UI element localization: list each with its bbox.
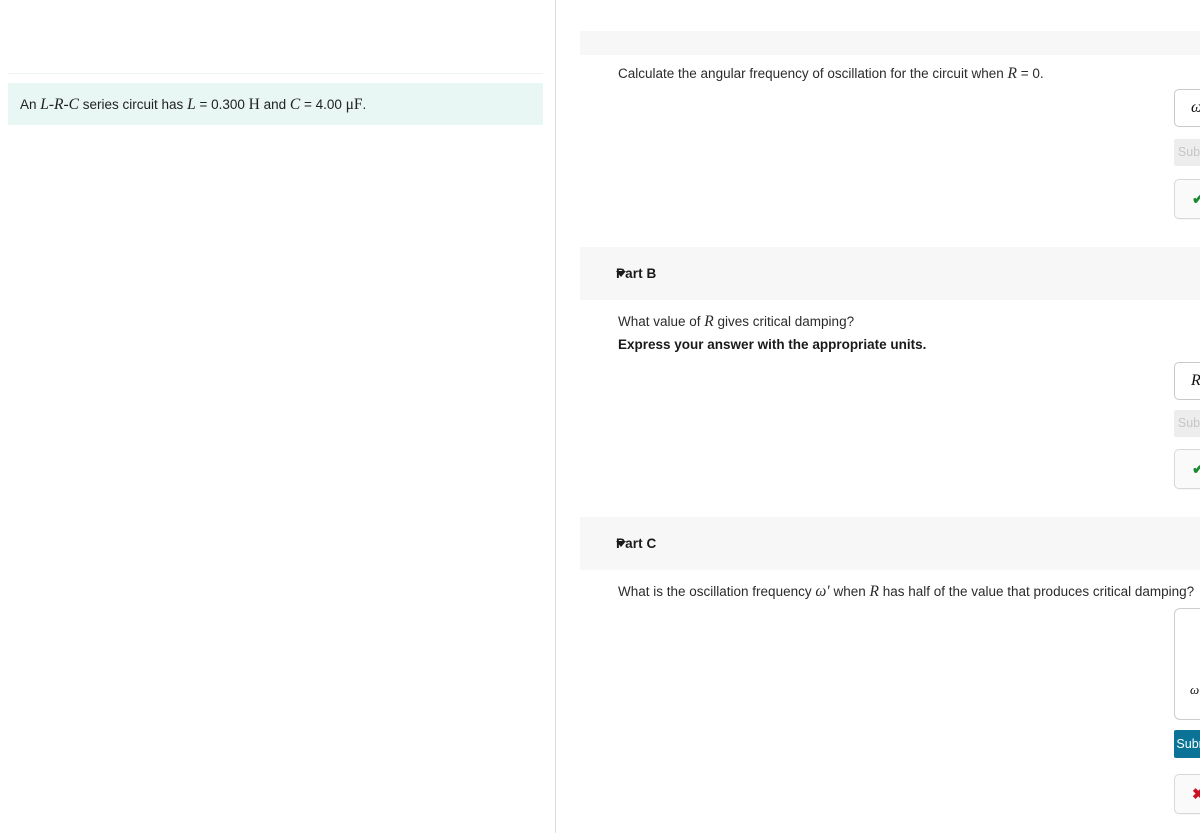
question-c-tail: has half of the value that produces crit… <box>878 584 1195 599</box>
submit-button-a[interactable]: Submit <box>1174 138 1200 166</box>
submit-button-b[interactable]: Submit <box>1174 409 1200 437</box>
question-c-mid: when <box>829 584 870 599</box>
problem-left-panel: An L-R-C series circuit has L = 0.300 H … <box>0 0 556 833</box>
submit-row-c: Submit Previous Answers Request Answer <box>1174 730 1200 758</box>
answer-c-symbol: ω′ <box>1189 682 1200 697</box>
question-b-lead: What value of <box>618 314 705 329</box>
answer-field-b[interactable]: R = 548 Ω <box>1174 362 1200 400</box>
capacitance-value: = 4.00 <box>300 97 346 112</box>
submit-row-a: Submit Previous Answers <box>1174 138 1200 166</box>
part-header-c[interactable]: Part C <box>580 517 1200 570</box>
instruction-text-b: Express your answer with the appropriate… <box>618 337 927 352</box>
symbol-omega-prime-q: ω′ <box>815 583 830 600</box>
symbol-resistance-a: R <box>1007 65 1017 82</box>
submit-button-c[interactable]: Submit <box>1174 730 1200 758</box>
answer-widget-c: n ΑΣφ <box>1174 608 1200 720</box>
question-text-b: What value of R gives critical damping? <box>618 312 854 332</box>
chevron-down-icon-c[interactable] <box>616 540 626 547</box>
answer-b-symbol: R <box>1191 372 1200 389</box>
question-c-lead: What is the oscillation frequency <box>618 584 816 599</box>
question-text-a: Calculate the angular frequency of oscil… <box>618 64 1044 84</box>
symbol-resistance-b: R <box>704 313 714 330</box>
symbol-resistance-c: R <box>869 583 879 600</box>
question-b-tail: gives critical damping? <box>713 314 855 329</box>
cross-icon: ✖ <box>1192 785 1200 803</box>
symbol-capacitance: C <box>289 96 301 113</box>
inductance-value: = 0.300 <box>195 97 249 112</box>
problem-text-prefix: An <box>20 97 41 112</box>
answer-input-row-c: ω′ = 1.16 • 106 rad/s <box>1175 667 1200 713</box>
check-icon: ✔ <box>1192 190 1200 208</box>
feedback-banner-b: ✔ Correct <box>1174 449 1200 489</box>
feedback-banner-c: ✖ Incorrect; Try Again; 3 attempts remai… <box>1174 774 1200 814</box>
problem-text-mid: series circuit has <box>79 97 188 112</box>
symbol-inductance: L <box>187 96 196 113</box>
answer-right-panel: Calculate the angular frequency of oscil… <box>556 0 1200 833</box>
feedback-banner-a: ✔ Correct <box>1174 179 1200 219</box>
answer-a-symbol: ω <box>1191 99 1200 117</box>
capacitance-unit: μF <box>345 96 363 113</box>
page-root: An L-R-C series circuit has L = 0.300 H … <box>0 0 1200 833</box>
problem-text-period: . <box>362 97 367 112</box>
part-header-a[interactable] <box>580 31 1200 55</box>
chevron-down-icon-b[interactable] <box>616 270 626 277</box>
question-a-lead: Calculate the angular frequency of oscil… <box>618 66 1008 81</box>
symbol-lrc: L-R-C <box>40 96 80 113</box>
problem-text-and: and <box>259 97 290 112</box>
check-icon: ✔ <box>1192 460 1200 478</box>
problem-statement-box: An L-R-C series circuit has L = 0.300 H … <box>8 83 543 126</box>
part-header-b[interactable]: Part B <box>580 247 1200 300</box>
question-text-c: What is the oscillation frequency ω′ whe… <box>618 582 1194 602</box>
answer-field-a[interactable]: ω = 913 rad/s <box>1174 89 1200 127</box>
answer-c-symbol-group: ω′ = <box>1175 682 1200 698</box>
panel-divider-line <box>8 73 543 74</box>
question-a-tail: = 0. <box>1016 66 1044 81</box>
inductance-unit: H <box>248 96 260 113</box>
submit-row-b: Submit Previous Answers <box>1174 409 1200 437</box>
